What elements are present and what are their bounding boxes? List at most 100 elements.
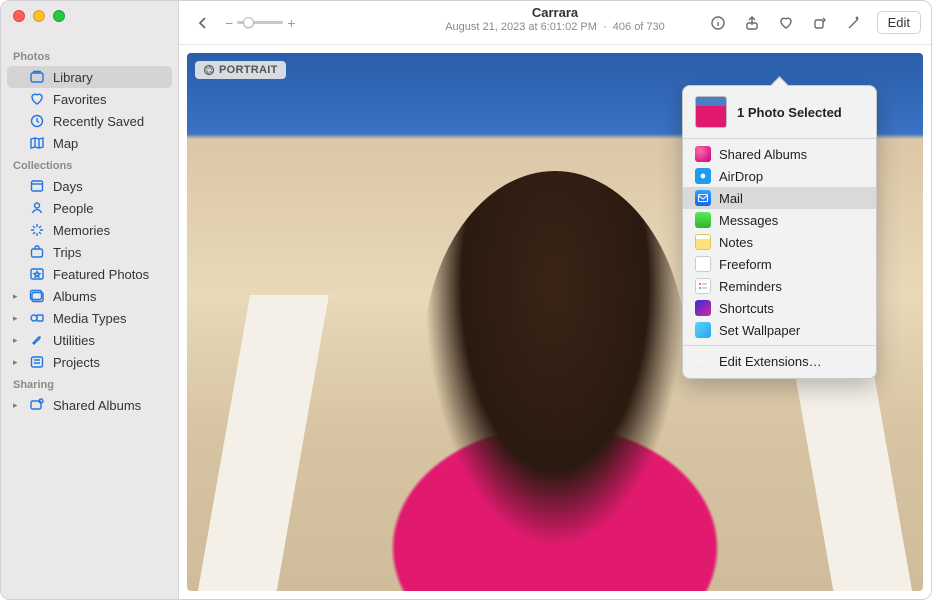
sidebar-item-map[interactable]: Map: [7, 132, 172, 154]
share-item-shortcuts[interactable]: Shortcuts: [683, 297, 876, 319]
auto-enhance-button[interactable]: [839, 11, 869, 35]
zoom-out-icon: −: [225, 15, 233, 31]
sidebar-item-label: Recently Saved: [53, 114, 144, 129]
share-item-mail[interactable]: Mail: [683, 187, 876, 209]
share-item-edit-extensions[interactable]: ⋯ Edit Extensions…: [683, 350, 876, 372]
share-item-notes[interactable]: Notes: [683, 231, 876, 253]
sidebar-item-trips[interactable]: Trips: [7, 241, 172, 263]
toolbar-title-group: Carrara August 21, 2023 at 6:01:02 PM · …: [445, 5, 665, 34]
suitcase-icon: [29, 244, 45, 260]
projects-icon: [29, 354, 45, 370]
share-item-messages[interactable]: Messages: [683, 209, 876, 231]
chevron-right-icon: ▸: [13, 335, 18, 346]
slider-track[interactable]: [237, 21, 283, 24]
calendar-icon: [29, 178, 45, 194]
sidebar-item-label: Memories: [53, 223, 110, 238]
sidebar-item-label: Albums: [53, 289, 96, 304]
share-item-label: Freeform: [719, 257, 772, 272]
sidebar-item-media-types[interactable]: ▸ Media Types: [7, 307, 172, 329]
share-item-set-wallpaper[interactable]: Set Wallpaper: [683, 319, 876, 341]
map-icon: [29, 135, 45, 151]
app-window: Photos Library Favorites Recently Saved …: [0, 0, 932, 600]
photo-subtitle: August 21, 2023 at 6:01:02 PM · 406 of 7…: [445, 21, 665, 34]
share-item-label: AirDrop: [719, 169, 763, 184]
sidebar-item-label: Map: [53, 136, 78, 151]
sidebar-item-utilities[interactable]: ▸ Utilities: [7, 329, 172, 351]
sidebar-item-projects[interactable]: ▸ Projects: [7, 351, 172, 373]
person-icon: [29, 200, 45, 216]
wrench-icon: [29, 332, 45, 348]
clock-icon: [29, 113, 45, 129]
heart-icon: [29, 91, 45, 107]
fullscreen-window-button[interactable]: [53, 10, 65, 22]
zoom-in-icon: +: [287, 15, 295, 31]
extensions-icon: ⋯: [695, 353, 711, 369]
popover-thumbnail: [695, 96, 727, 128]
share-item-label: Set Wallpaper: [719, 323, 800, 338]
share-item-airdrop[interactable]: AirDrop: [683, 165, 876, 187]
media-icon: [29, 310, 45, 326]
freeform-icon: ✎: [695, 256, 711, 272]
photo-star-icon: [29, 266, 45, 282]
share-item-reminders[interactable]: Reminders: [683, 275, 876, 297]
favorite-button[interactable]: [771, 11, 801, 35]
edit-button[interactable]: Edit: [877, 11, 921, 34]
share-item-freeform[interactable]: ✎ Freeform: [683, 253, 876, 275]
share-item-label: Notes: [719, 235, 753, 250]
shared-albums-icon: [29, 397, 45, 413]
sidebar-item-label: Shared Albums: [53, 398, 141, 413]
aperture-icon: [203, 64, 215, 76]
wallpaper-icon: [695, 322, 711, 338]
airdrop-icon: [695, 168, 711, 184]
info-button[interactable]: [703, 11, 733, 35]
sidebar-item-library[interactable]: Library: [7, 66, 172, 88]
zoom-slider[interactable]: − +: [225, 15, 295, 31]
sidebar-item-label: People: [53, 201, 93, 216]
album-icon: [29, 288, 45, 304]
mail-icon: [695, 190, 711, 206]
share-item-label: Shared Albums: [719, 147, 807, 162]
sidebar-item-people[interactable]: People: [7, 197, 172, 219]
sidebar-item-label: Library: [53, 70, 93, 85]
sidebar-item-label: Days: [53, 179, 83, 194]
window-controls: [13, 10, 65, 22]
sidebar-item-label: Media Types: [53, 311, 126, 326]
share-item-label: Edit Extensions…: [719, 354, 822, 369]
shortcuts-icon: [695, 300, 711, 316]
sidebar-item-label: Featured Photos: [53, 267, 149, 282]
sidebar-item-memories[interactable]: Memories: [7, 219, 172, 241]
memories-icon: [29, 222, 45, 238]
photo-title: Carrara: [445, 5, 665, 21]
rotate-button[interactable]: [805, 11, 835, 35]
sidebar-item-favorites[interactable]: Favorites: [7, 88, 172, 110]
share-item-label: Reminders: [719, 279, 782, 294]
sidebar-item-label: Utilities: [53, 333, 95, 348]
main-area: − + Carrara August 21, 2023 at 6:01:02 P…: [179, 1, 931, 599]
photo-viewer: PORTRAIT 1 Photo Selected Shared Albums …: [179, 45, 931, 599]
sidebar-item-recently-saved[interactable]: Recently Saved: [7, 110, 172, 132]
sidebar-item-featured-photos[interactable]: Featured Photos: [7, 263, 172, 285]
portrait-badge[interactable]: PORTRAIT: [195, 61, 286, 79]
reminders-icon: [695, 278, 711, 294]
sidebar-item-shared-albums[interactable]: ▸ Shared Albums: [7, 394, 172, 416]
toolbar-right: Edit: [703, 11, 921, 35]
close-window-button[interactable]: [13, 10, 25, 22]
sidebar-section-collections: Collections: [1, 154, 178, 175]
messages-icon: [695, 212, 711, 228]
sidebar-item-albums[interactable]: ▸ Albums: [7, 285, 172, 307]
chevron-right-icon: ▸: [13, 400, 18, 411]
share-button[interactable]: [737, 11, 767, 35]
sidebar-section-sharing: Sharing: [1, 373, 178, 394]
share-item-shared-albums[interactable]: Shared Albums: [683, 143, 876, 165]
share-item-label: Messages: [719, 213, 778, 228]
sidebar-item-days[interactable]: Days: [7, 175, 172, 197]
toolbar: − + Carrara August 21, 2023 at 6:01:02 P…: [179, 1, 931, 45]
sidebar-item-label: Projects: [53, 355, 100, 370]
shared-albums-icon: [695, 146, 711, 162]
back-button[interactable]: [189, 11, 217, 35]
sidebar-section-photos: Photos: [1, 45, 178, 66]
sidebar: Photos Library Favorites Recently Saved …: [1, 1, 179, 599]
slider-knob[interactable]: [243, 17, 254, 28]
minimize-window-button[interactable]: [33, 10, 45, 22]
popover-separator: [683, 138, 876, 139]
